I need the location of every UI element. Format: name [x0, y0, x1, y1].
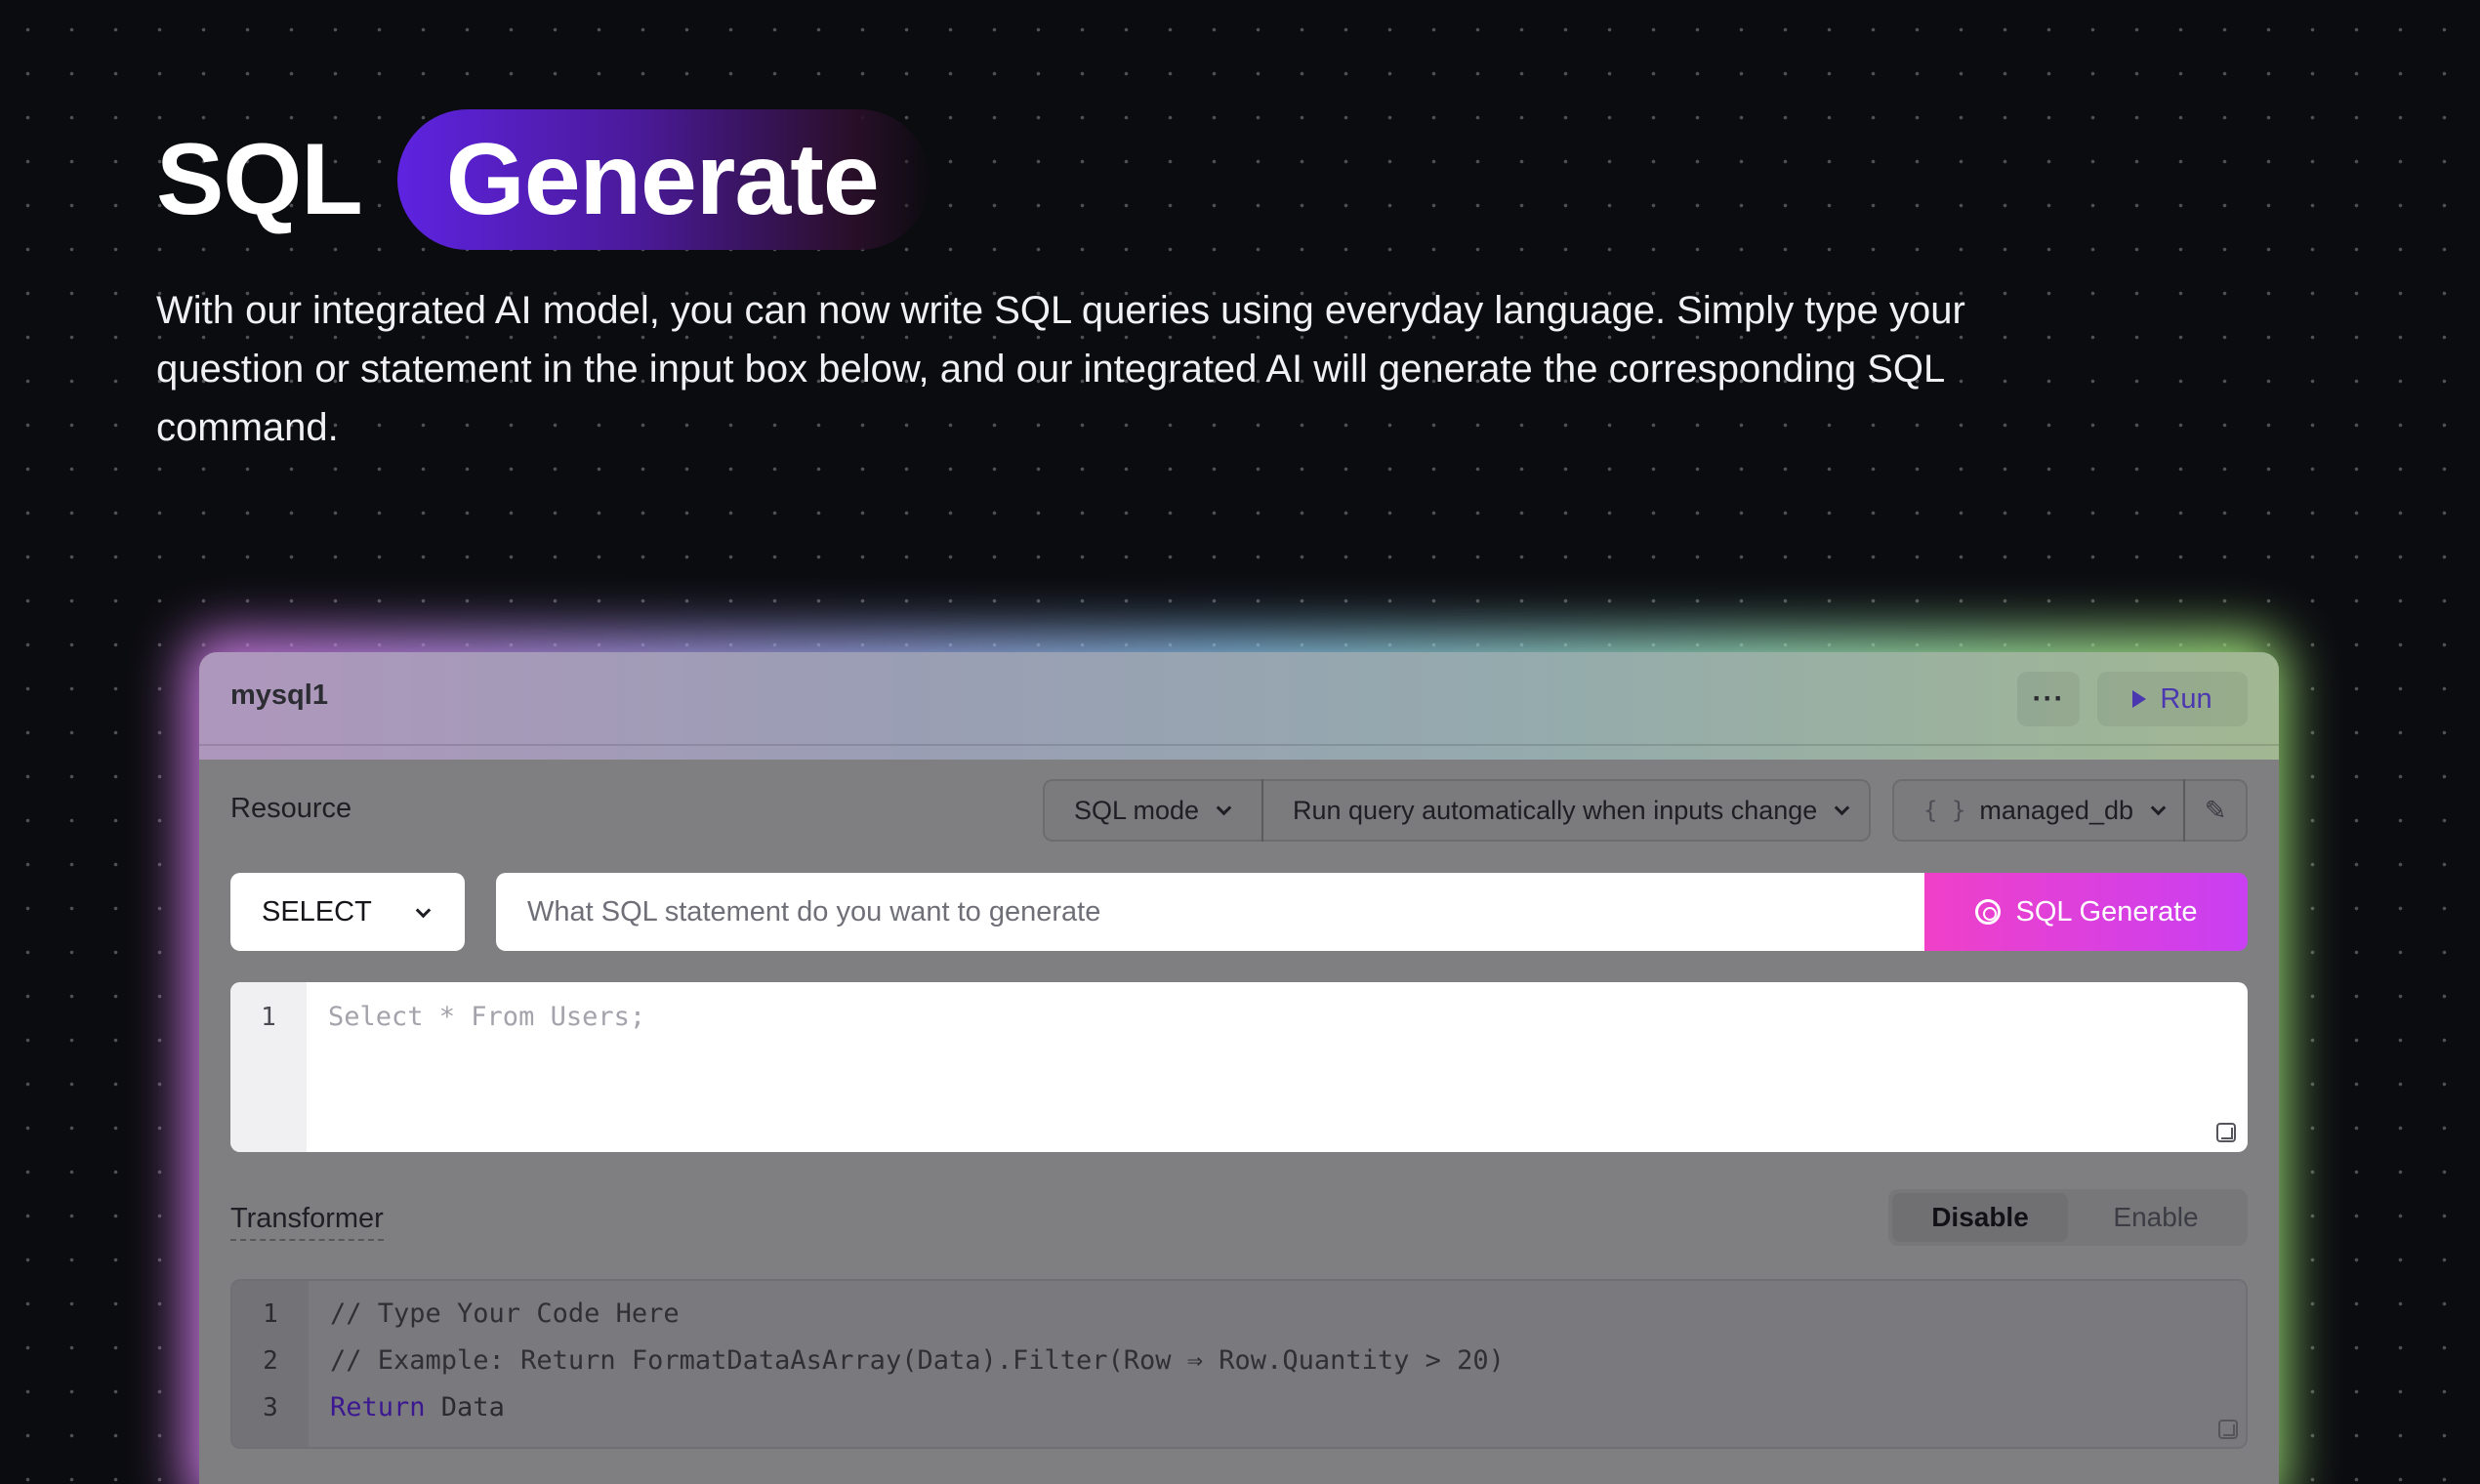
play-icon: [2132, 690, 2147, 708]
hero-title-pill: Generate: [396, 109, 930, 250]
expand-icon[interactable]: [2216, 1123, 2236, 1142]
toggle-disable[interactable]: Disable: [1892, 1193, 2068, 1242]
more-icon: ···: [2032, 682, 2065, 715]
line-number: 1: [261, 1003, 276, 1032]
database-dropdown[interactable]: { } managed_db: [1892, 779, 2185, 842]
line-number: 2: [263, 1346, 278, 1376]
run-button[interactable]: Run: [2097, 672, 2248, 726]
query-panel: mysql1 ··· Run Resource SQL mode Run que…: [199, 652, 2279, 1484]
line-number: 3: [263, 1393, 278, 1422]
edit-resource-button[interactable]: ✎: [2183, 779, 2248, 842]
toggle-enable[interactable]: Enable: [2068, 1193, 2244, 1242]
openai-icon: [1974, 899, 2001, 925]
transformer-toggle: Disable Enable: [1888, 1189, 2248, 1246]
run-trigger-label: Run query automatically when inputs chan…: [1293, 795, 1818, 825]
statement-type-value: SELECT: [262, 895, 372, 928]
sql-generate-label: SQL Generate: [2015, 895, 2198, 928]
database-label: managed_db: [1979, 795, 2133, 825]
panel-header: mysql1 ··· Run: [199, 652, 2279, 746]
sql-prompt-input[interactable]: [496, 873, 1931, 951]
code-line: Return Data: [330, 1384, 1505, 1431]
expand-icon[interactable]: [2218, 1420, 2238, 1439]
more-options-button[interactable]: ···: [2017, 672, 2080, 726]
transformer-editor[interactable]: 1 2 3 // Type Your Code Here // Example:…: [230, 1279, 2248, 1449]
chevron-down-icon: [1835, 800, 1850, 815]
line-gutter: 1: [230, 982, 307, 1152]
hero-title-sql: SQL: [156, 122, 363, 236]
chevron-down-icon: [2150, 800, 2167, 815]
code-keyword: Return: [330, 1392, 426, 1422]
sql-editor[interactable]: 1 Select * From Users;: [230, 982, 2248, 1152]
query-name[interactable]: mysql1: [230, 680, 328, 712]
sql-editor-placeholder: Select * From Users;: [328, 1002, 646, 1032]
sql-mode-label: SQL mode: [1074, 795, 1200, 825]
line-gutter: 1 2 3: [232, 1281, 309, 1447]
statement-type-select[interactable]: SELECT: [230, 873, 465, 951]
sql-mode-dropdown[interactable]: SQL mode: [1043, 779, 1263, 842]
pencil-icon: ✎: [2204, 795, 2227, 825]
sql-generate-button[interactable]: SQL Generate: [1924, 873, 2248, 951]
hero-title: SQL Generate: [156, 109, 930, 250]
chevron-down-icon: [415, 902, 432, 919]
line-number: 1: [263, 1299, 278, 1329]
run-trigger-dropdown[interactable]: Run query automatically when inputs chan…: [1261, 779, 1871, 842]
code-line: // Type Your Code Here: [330, 1298, 680, 1329]
run-label: Run: [2160, 682, 2212, 715]
chevron-down-icon: [1216, 800, 1232, 815]
braces-icon: { }: [1923, 797, 1966, 824]
transformer-code: // Type Your Code Here // Example: Retur…: [330, 1291, 1505, 1431]
code-text: Data: [425, 1392, 505, 1422]
hero-description: With our integrated AI model, you can no…: [156, 289, 1965, 449]
transformer-label: Transformer: [230, 1203, 384, 1241]
code-line: // Example: Return FormatDataAsArray(Dat…: [330, 1345, 1505, 1376]
resource-label: Resource: [230, 793, 352, 824]
